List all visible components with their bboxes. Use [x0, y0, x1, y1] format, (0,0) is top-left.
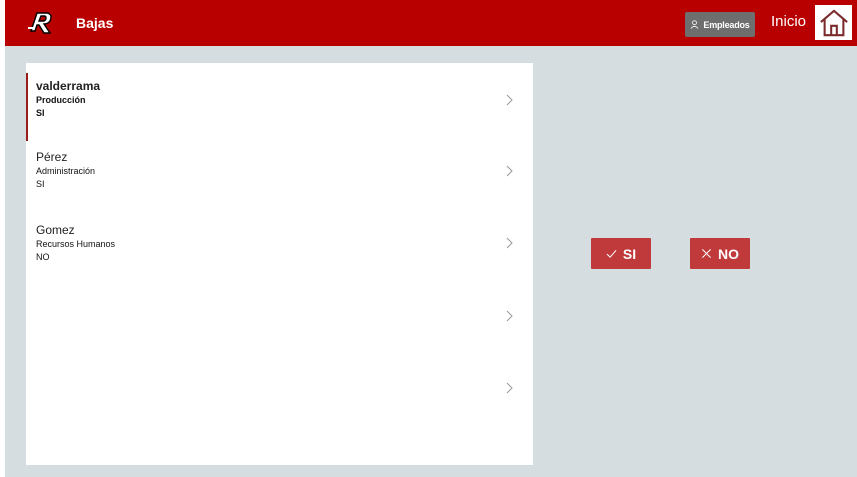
chevron-right-icon [506, 165, 513, 177]
no-label: NO [718, 245, 739, 262]
top-bar: Bajas Empleados Inicio [5, 0, 857, 46]
item-name: valderrama [36, 79, 101, 93]
inicio-link[interactable]: Inicio [771, 13, 806, 30]
item-status: SI [36, 108, 45, 118]
item-name: Pérez [36, 150, 68, 164]
close-icon [702, 249, 711, 258]
chevron-right-icon [506, 382, 513, 394]
user-icon [690, 20, 699, 29]
item-department: Administración [36, 166, 96, 176]
item-department: Recursos Humanos [36, 239, 116, 249]
list-item[interactable]: Pérez Administración SI [26, 145, 533, 213]
app-logo-icon [25, 9, 55, 37]
home-button[interactable] [815, 5, 852, 40]
empleados-label: Empleados [703, 19, 750, 30]
item-status: NO [36, 252, 50, 262]
list-item[interactable] [26, 362, 533, 430]
chevron-right-icon [506, 310, 513, 322]
list-item[interactable] [26, 290, 533, 358]
item-status: SI [36, 179, 45, 189]
check-icon [606, 249, 617, 258]
empleados-button[interactable]: Empleados [685, 12, 755, 37]
item-department: Producción [36, 95, 86, 105]
chevron-right-icon [506, 94, 513, 106]
no-button[interactable]: NO [690, 238, 750, 269]
home-icon [819, 8, 848, 36]
bajas-list: valderrama Producción SI Pérez Administr… [26, 63, 533, 465]
item-name: Gomez [36, 223, 75, 237]
list-item[interactable]: valderrama Producción SI [26, 73, 533, 141]
list-item[interactable]: Gomez Recursos Humanos NO [26, 218, 533, 286]
si-label: SI [622, 245, 637, 262]
si-button[interactable]: SI [591, 238, 651, 269]
chevron-right-icon [506, 237, 513, 249]
page-title: Bajas [76, 15, 114, 31]
